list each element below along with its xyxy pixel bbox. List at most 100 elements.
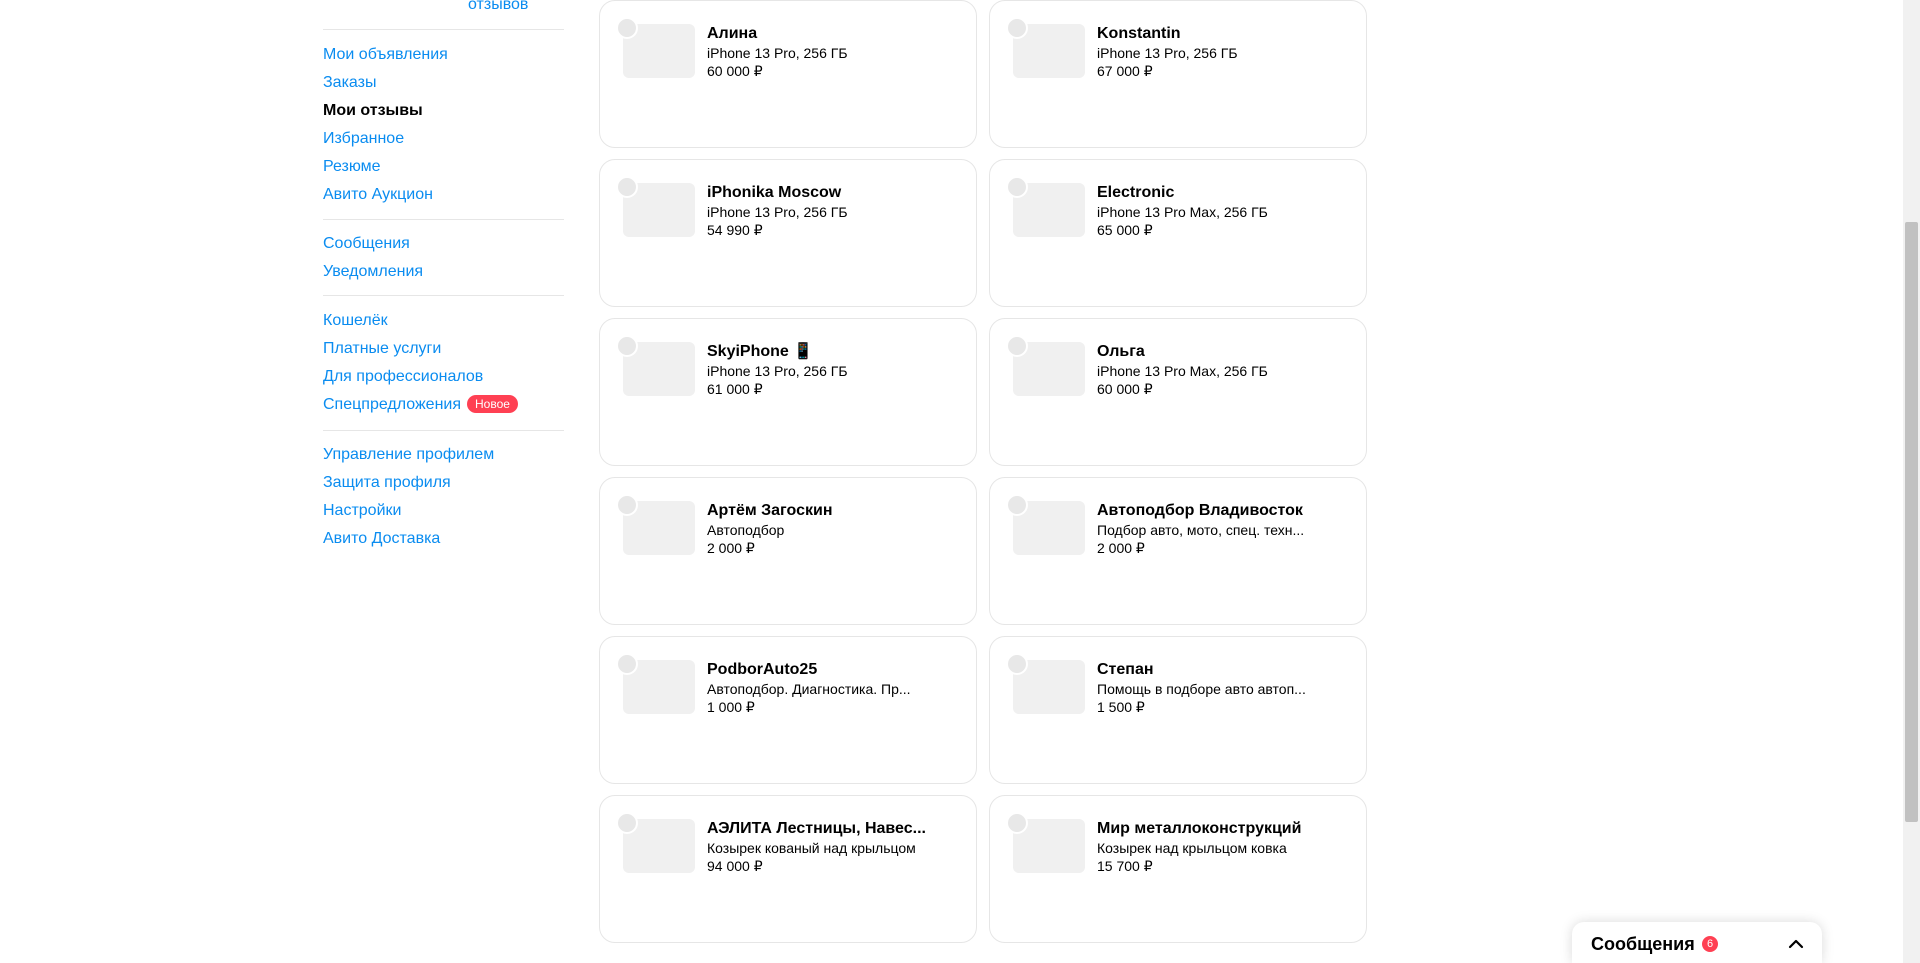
sidebar-item-for-pros[interactable]: Для профессионалов xyxy=(323,363,518,391)
card-info: SkyiPhone 📱 iPhone 13 Pro, 256 ГБ 61 000… xyxy=(707,342,947,398)
seller-name: Ольга xyxy=(1097,343,1145,360)
avatar xyxy=(1006,17,1028,39)
review-card[interactable]: Алина iPhone 13 Pro, 256 ГБ 60 000 ₽ xyxy=(599,0,977,148)
card-info: Артём Загоскин Автоподбор 2 000 ₽ xyxy=(707,501,947,557)
card-info: Степан Помощь в подборе авто автоп... 1 … xyxy=(1097,660,1337,716)
sidebar-item-wallet[interactable]: Кошелёк xyxy=(323,307,518,335)
avatar xyxy=(1006,494,1028,516)
sidebar-item-profile-protection[interactable]: Защита профиля xyxy=(323,469,494,497)
item-title: iPhone 13 Pro Max, 256 ГБ xyxy=(1097,363,1268,379)
item-price: 60 000 ₽ xyxy=(707,63,763,79)
item-title: Автоподбор xyxy=(707,522,785,538)
avatar xyxy=(1006,176,1028,198)
card-info: Алина iPhone 13 Pro, 256 ГБ 60 000 ₽ xyxy=(707,24,947,80)
item-title: iPhone 13 Pro, 256 ГБ xyxy=(707,204,848,220)
card-info: Автоподбор Владивосток Подбор авто, мото… xyxy=(1097,501,1337,557)
divider xyxy=(323,430,564,431)
avatar xyxy=(616,176,638,198)
divider xyxy=(323,295,564,296)
item-price: 2 000 ₽ xyxy=(707,540,755,556)
review-card[interactable]: SkyiPhone 📱 iPhone 13 Pro, 256 ГБ 61 000… xyxy=(599,318,977,466)
sidebar-item-auction[interactable]: Авито Аукцион xyxy=(323,181,448,209)
nav-group-profile: Управление профилем Защита профиля Настр… xyxy=(323,441,494,553)
item-title: Помощь в подборе авто автоп... xyxy=(1097,681,1306,697)
seller-name: iPhonika Moscow xyxy=(707,184,842,201)
review-card[interactable]: Степан Помощь в подборе авто автоп... 1 … xyxy=(989,636,1367,784)
review-card[interactable]: Артём Загоскин Автоподбор 2 000 ₽ xyxy=(599,477,977,625)
seller-name: АЭЛИТА Лестницы, Навес... xyxy=(707,820,926,837)
seller-name: Артём Загоскин xyxy=(707,502,833,519)
unread-count-badge: 6 xyxy=(1702,936,1718,952)
item-price: 67 000 ₽ xyxy=(1097,63,1153,79)
sidebar-item-notifications[interactable]: Уведомления xyxy=(323,258,423,286)
review-card[interactable]: АЭЛИТА Лестницы, Навес... Козырек кованы… xyxy=(599,795,977,943)
review-card[interactable]: Electronic iPhone 13 Pro Max, 256 ГБ 65 … xyxy=(989,159,1367,307)
seller-name: Автоподбор Владивосток xyxy=(1097,502,1303,519)
item-price: 1 000 ₽ xyxy=(707,699,755,715)
sidebar-item-profile-management[interactable]: Управление профилем xyxy=(323,441,494,469)
avatar xyxy=(616,812,638,834)
item-price: 94 000 ₽ xyxy=(707,858,763,874)
item-title: iPhone 13 Pro, 256 ГБ xyxy=(707,45,848,61)
card-info: PodborAuto25 Автоподбор. Диагностика. Пр… xyxy=(707,660,947,716)
avatar xyxy=(616,335,638,357)
item-title: iPhone 13 Pro, 256 ГБ xyxy=(1097,45,1238,61)
avatar xyxy=(1006,653,1028,675)
seller-name: Степан xyxy=(1097,661,1154,678)
review-card[interactable]: Автоподбор Владивосток Подбор авто, мото… xyxy=(989,477,1367,625)
sidebar-item-delivery[interactable]: Авито Доставка xyxy=(323,525,494,553)
seller-name: Алина xyxy=(707,25,758,42)
divider xyxy=(323,29,564,30)
sidebar-item-label: Спецпредложения xyxy=(323,396,461,413)
sidebar-item-my-reviews[interactable]: Мои отзывы xyxy=(323,97,448,125)
card-info: АЭЛИТА Лестницы, Навес... Козырек кованы… xyxy=(707,819,947,875)
messages-widget[interactable]: Сообщения 6 xyxy=(1572,922,1822,963)
review-card[interactable]: Мир металлоконструкций Козырек над крыль… xyxy=(989,795,1367,943)
review-card[interactable]: PodborAuto25 Автоподбор. Диагностика. Пр… xyxy=(599,636,977,784)
item-title: Автоподбор. Диагностика. Пр... xyxy=(707,681,911,697)
item-price: 54 990 ₽ xyxy=(707,222,763,238)
sidebar-item-favorites[interactable]: Избранное xyxy=(323,125,448,153)
sidebar-item-resume[interactable]: Резюме xyxy=(323,153,448,181)
sidebar-item-settings[interactable]: Настройки xyxy=(323,497,494,525)
nav-group-messages: Сообщения Уведомления xyxy=(323,230,423,286)
page-scrollbar[interactable] xyxy=(1903,0,1920,963)
review-card[interactable]: Konstantin iPhone 13 Pro, 256 ГБ 67 000 … xyxy=(989,0,1367,148)
card-info: iPhonika Moscow iPhone 13 Pro, 256 ГБ 54… xyxy=(707,183,947,239)
avatar xyxy=(1006,812,1028,834)
seller-name: Konstantin xyxy=(1097,25,1181,42)
seller-name: SkyiPhone 📱 xyxy=(707,343,814,360)
sidebar-item-paid-services[interactable]: Платные услуги xyxy=(323,335,518,363)
item-price: 15 700 ₽ xyxy=(1097,858,1153,874)
reviews-count-link[interactable]: отзывов xyxy=(468,0,528,14)
messages-widget-title: Сообщения xyxy=(1591,934,1695,954)
scrollbar-thumb[interactable] xyxy=(1905,222,1918,822)
item-price: 1 500 ₽ xyxy=(1097,699,1145,715)
sidebar-item-messages[interactable]: Сообщения xyxy=(323,230,423,258)
item-price: 61 000 ₽ xyxy=(707,381,763,397)
item-title: Козырек кованый над крыльцом xyxy=(707,840,916,856)
seller-name: Мир металлоконструкций xyxy=(1097,820,1302,837)
avatar xyxy=(616,494,638,516)
item-title: Подбор авто, мото, спец. техн... xyxy=(1097,522,1305,538)
divider xyxy=(323,219,564,220)
sidebar-item-special-offers[interactable]: Спецпредложения Новое xyxy=(323,391,518,419)
sidebar-item-my-ads[interactable]: Мои объявления xyxy=(323,41,448,69)
item-price: 60 000 ₽ xyxy=(1097,381,1153,397)
review-card[interactable]: Ольга iPhone 13 Pro Max, 256 ГБ 60 000 ₽ xyxy=(989,318,1367,466)
nav-group-main: Мои объявления Заказы Мои отзывы Избранн… xyxy=(323,41,448,209)
avatar xyxy=(616,17,638,39)
item-title: Козырек над крыльцом ковка xyxy=(1097,840,1287,856)
new-badge: Новое xyxy=(467,395,518,413)
nav-group-finance: Кошелёк Платные услуги Для профессионало… xyxy=(323,307,518,419)
sidebar-item-orders[interactable]: Заказы xyxy=(323,69,448,97)
review-card[interactable]: iPhonika Moscow iPhone 13 Pro, 256 ГБ 54… xyxy=(599,159,977,307)
seller-name: PodborAuto25 xyxy=(707,661,818,678)
avatar xyxy=(1006,335,1028,357)
card-info: Electronic iPhone 13 Pro Max, 256 ГБ 65 … xyxy=(1097,183,1337,239)
seller-name: Electronic xyxy=(1097,184,1175,201)
card-info: Ольга iPhone 13 Pro Max, 256 ГБ 60 000 ₽ xyxy=(1097,342,1337,398)
avatar xyxy=(616,653,638,675)
item-price: 65 000 ₽ xyxy=(1097,222,1153,238)
chevron-up-icon[interactable] xyxy=(1786,934,1806,954)
